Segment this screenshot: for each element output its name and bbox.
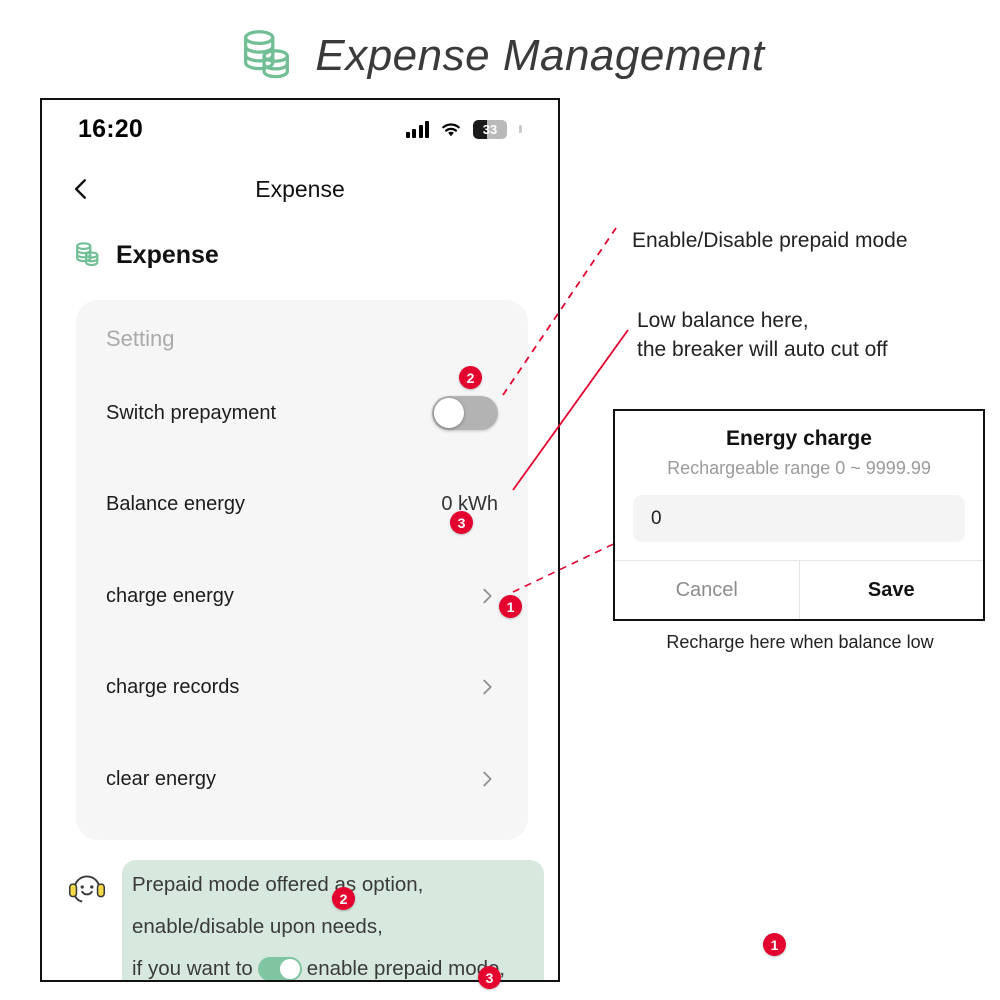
save-button[interactable]: Save: [798, 561, 984, 619]
row-label: Balance energy: [106, 492, 245, 515]
coin-stack-icon: [235, 25, 297, 87]
dialog-title: Energy charge: [726, 427, 872, 450]
status-bar: 16:20 33: [42, 100, 558, 158]
nav-bar: Expense: [42, 158, 558, 220]
battery-tip-icon: [519, 125, 522, 133]
balance-energy-value: 0 kWh: [441, 492, 498, 515]
section-header: Expense: [72, 240, 219, 270]
badge-2-toggle: 2: [459, 366, 482, 389]
switch-prepayment-toggle[interactable]: [432, 396, 498, 430]
card-section-label: Setting: [106, 326, 175, 351]
wifi-icon: [440, 121, 462, 138]
badge-3-tip-balance: 3: [478, 966, 501, 989]
tip-text: Prepaid mode offered as option, enable/d…: [122, 860, 544, 980]
tip-highlight-enable: enable prepaid mode: [306, 957, 500, 980]
signal-bars-icon: [405, 120, 429, 138]
badge-2-tip-toggle: 2: [332, 887, 355, 910]
badge-1-tip-charge: 1: [763, 933, 786, 956]
inline-prepaid-toggle-icon: [257, 957, 302, 980]
badge-3-balance: 3: [450, 511, 473, 534]
row-charge-records[interactable]: charge records: [106, 660, 498, 714]
row-clear-energy[interactable]: clear energy: [106, 752, 498, 806]
dialog-subtitle: Rechargeable range 0 ~ 9999.99: [667, 458, 931, 478]
battery-icon: 33: [473, 119, 507, 139]
dialog-actions: Cancel Save: [615, 560, 983, 619]
badge-1-charge-energy: 1: [499, 595, 522, 618]
row-label: Switch prepayment: [106, 401, 277, 424]
status-icon-group: 33: [405, 119, 522, 139]
nav-title: Expense: [255, 175, 345, 202]
row-label: charge records: [106, 675, 240, 698]
row-label: charge energy: [106, 584, 234, 607]
chevron-right-icon[interactable]: [476, 585, 498, 607]
tip-line-2-before: if you want to: [132, 957, 253, 980]
coin-stack-icon: [72, 240, 102, 270]
poster-root: Expense Management 16:20 33 Expense Expe…: [0, 0, 1000, 1000]
annotation-low-balance: Low balance here, the breaker will auto …: [637, 309, 888, 361]
annotation-prepaid-mode: Enable/Disable prepaid mode: [632, 229, 908, 252]
section-title: Expense: [116, 240, 219, 269]
cancel-button[interactable]: Cancel: [615, 561, 799, 619]
row-switch-prepayment[interactable]: Switch prepayment: [106, 386, 498, 440]
recharge-amount-input[interactable]: 0: [633, 495, 965, 542]
row-charge-energy[interactable]: charge energy: [106, 569, 498, 623]
chevron-right-icon[interactable]: [476, 676, 498, 698]
phone-frame: 16:20 33 Expense Expense Setting Switch …: [40, 98, 560, 982]
status-time: 16:20: [78, 114, 143, 143]
page-title: Expense Management: [315, 31, 765, 80]
chevron-right-icon[interactable]: [476, 768, 498, 790]
back-button[interactable]: [64, 172, 98, 206]
energy-charge-dialog: Energy charge Rechargeable range 0 ~ 999…: [613, 409, 985, 621]
annotation-recharge-caption: Recharge here when balance low: [666, 632, 934, 652]
tip-line-1: Prepaid mode offered as option, enable/d…: [132, 873, 424, 938]
row-balance-energy: Balance energy 0 kWh: [106, 477, 498, 531]
tip-bar: Prepaid mode offered as option, enable/d…: [64, 860, 544, 980]
battery-percent: 33: [482, 121, 498, 137]
headset-smiley-icon: [64, 864, 110, 910]
row-label: clear energy: [106, 767, 217, 790]
poster-header: Expense Management: [0, 16, 1000, 96]
